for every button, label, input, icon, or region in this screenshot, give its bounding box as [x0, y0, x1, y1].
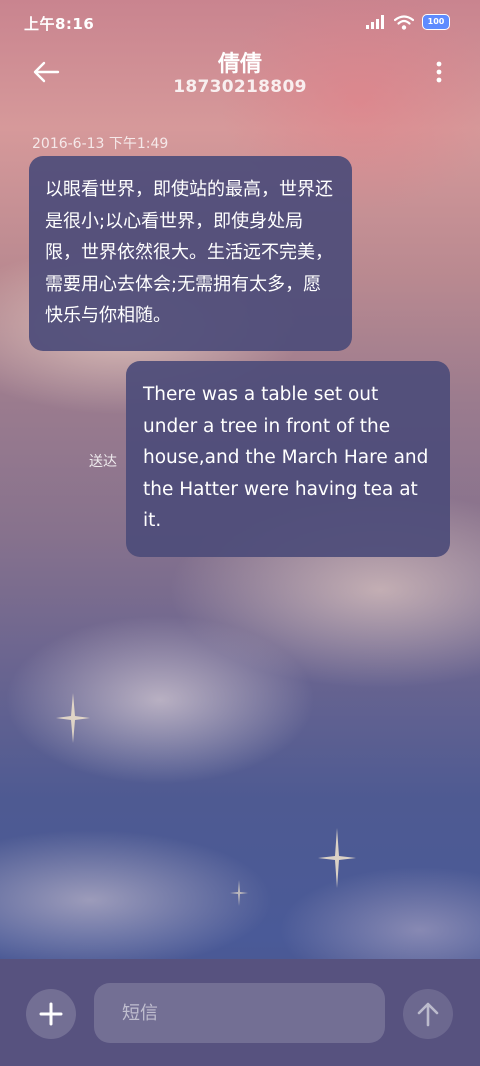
signal-icon: [366, 15, 386, 29]
send-arrow-icon: [403, 989, 453, 1039]
battery-icon: 100: [422, 14, 450, 30]
message-timestamp: 2016-6-13 下午1:49: [32, 136, 169, 152]
send-button[interactable]: [403, 989, 453, 1039]
delivery-status: 送达: [89, 454, 117, 470]
sparkle-decoration: [230, 880, 248, 910]
more-vertical-icon: [434, 60, 444, 84]
contact-name: 倩倩: [217, 52, 262, 77]
wifi-icon: [394, 14, 414, 30]
incoming-message-bubble[interactable]: 以眼看世界，即使站的最高，世界还是很小;以心看世界，即使身处局限，世界依然很大。…: [29, 156, 352, 351]
message-input[interactable]: [94, 983, 385, 1043]
status-bar: 上午8:16 100: [0, 0, 480, 44]
attach-button[interactable]: [26, 989, 76, 1039]
message-composer: [0, 959, 480, 1066]
sparkle-decoration: [318, 828, 356, 892]
contact-phone: 18730218809: [173, 77, 307, 97]
status-time: 上午8:16: [24, 15, 95, 33]
outgoing-message-bubble[interactable]: There was a table set out under a tree i…: [126, 361, 450, 557]
conversation-header: 倩倩 18730218809: [0, 44, 480, 104]
sparkle-decoration: [56, 693, 90, 747]
status-icons: 100: [366, 14, 450, 30]
plus-icon: [26, 989, 76, 1039]
more-options-button[interactable]: [434, 60, 444, 84]
